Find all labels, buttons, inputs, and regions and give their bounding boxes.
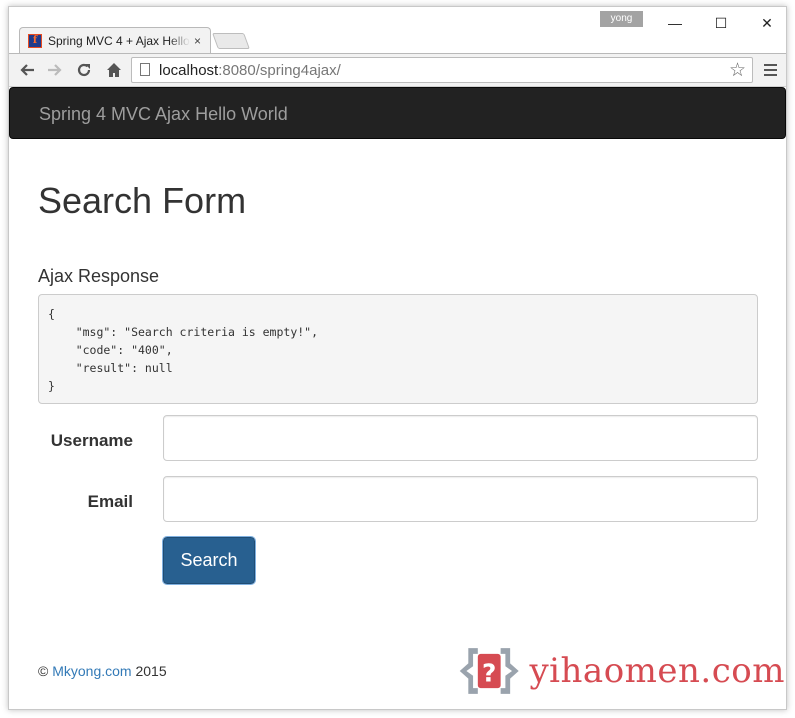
favicon-icon: f [28,33,42,48]
username-input[interactable] [163,415,758,461]
navbar-brand[interactable]: Spring 4 MVC Ajax Hello World [39,104,288,125]
footer-link[interactable]: Mkyong.com [52,663,131,679]
footer-year: 2015 [135,663,167,679]
footer: © Mkyong.com 2015 [38,663,167,679]
minimize-button[interactable]: — [655,11,695,35]
browser-toolbar: localhost:8080/spring4ajax/ ☆ [9,53,786,87]
page-title: Search Form [38,180,247,221]
browser-window: yong — ☐ ✕ f Spring MVC 4 + Ajax Hello W… [8,6,787,710]
copyright-symbol: © [38,663,49,679]
url-host: localhost [159,62,219,79]
hamburger-menu-icon[interactable] [761,60,779,80]
home-icon[interactable] [103,59,125,81]
url-path: :8080/spring4ajax/ [218,62,341,79]
url-text[interactable]: localhost:8080/spring4ajax/ [159,62,341,79]
search-button[interactable]: Search [162,536,256,585]
close-window-button[interactable]: ✕ [747,11,787,35]
email-input[interactable] [163,476,758,522]
navbar: Spring 4 MVC Ajax Hello World [9,87,786,139]
title-bar: yong — ☐ ✕ f Spring MVC 4 + Ajax Hello W… [9,7,786,53]
reload-icon[interactable] [73,59,95,81]
page-icon [140,63,150,76]
email-label: Email [87,492,133,511]
ajax-response-label: Ajax Response [38,266,160,286]
watermark-logo-icon: ? [459,648,519,694]
bookmark-star-icon[interactable]: ☆ [729,59,746,82]
browser-tab[interactable]: f Spring MVC 4 + Ajax Hello World × [19,27,211,53]
new-tab-button[interactable] [212,33,250,49]
forward-arrow-icon[interactable] [44,59,66,81]
ajax-response-output: { "msg": "Search criteria is empty!", "c… [38,294,758,404]
tab-close-icon[interactable]: × [194,34,201,48]
watermark: ? yihaomen.com [455,639,785,703]
watermark-text: yihaomen.com [529,651,785,691]
back-arrow-icon[interactable] [16,59,38,81]
username-label: Username [50,431,133,450]
tab-title: Spring MVC 4 + Ajax Hello World [48,33,190,48]
profile-badge[interactable]: yong [600,11,643,27]
svg-text:?: ? [482,658,496,687]
address-bar[interactable]: localhost:8080/spring4ajax/ ☆ [131,57,753,83]
maximize-button[interactable]: ☐ [701,11,741,35]
